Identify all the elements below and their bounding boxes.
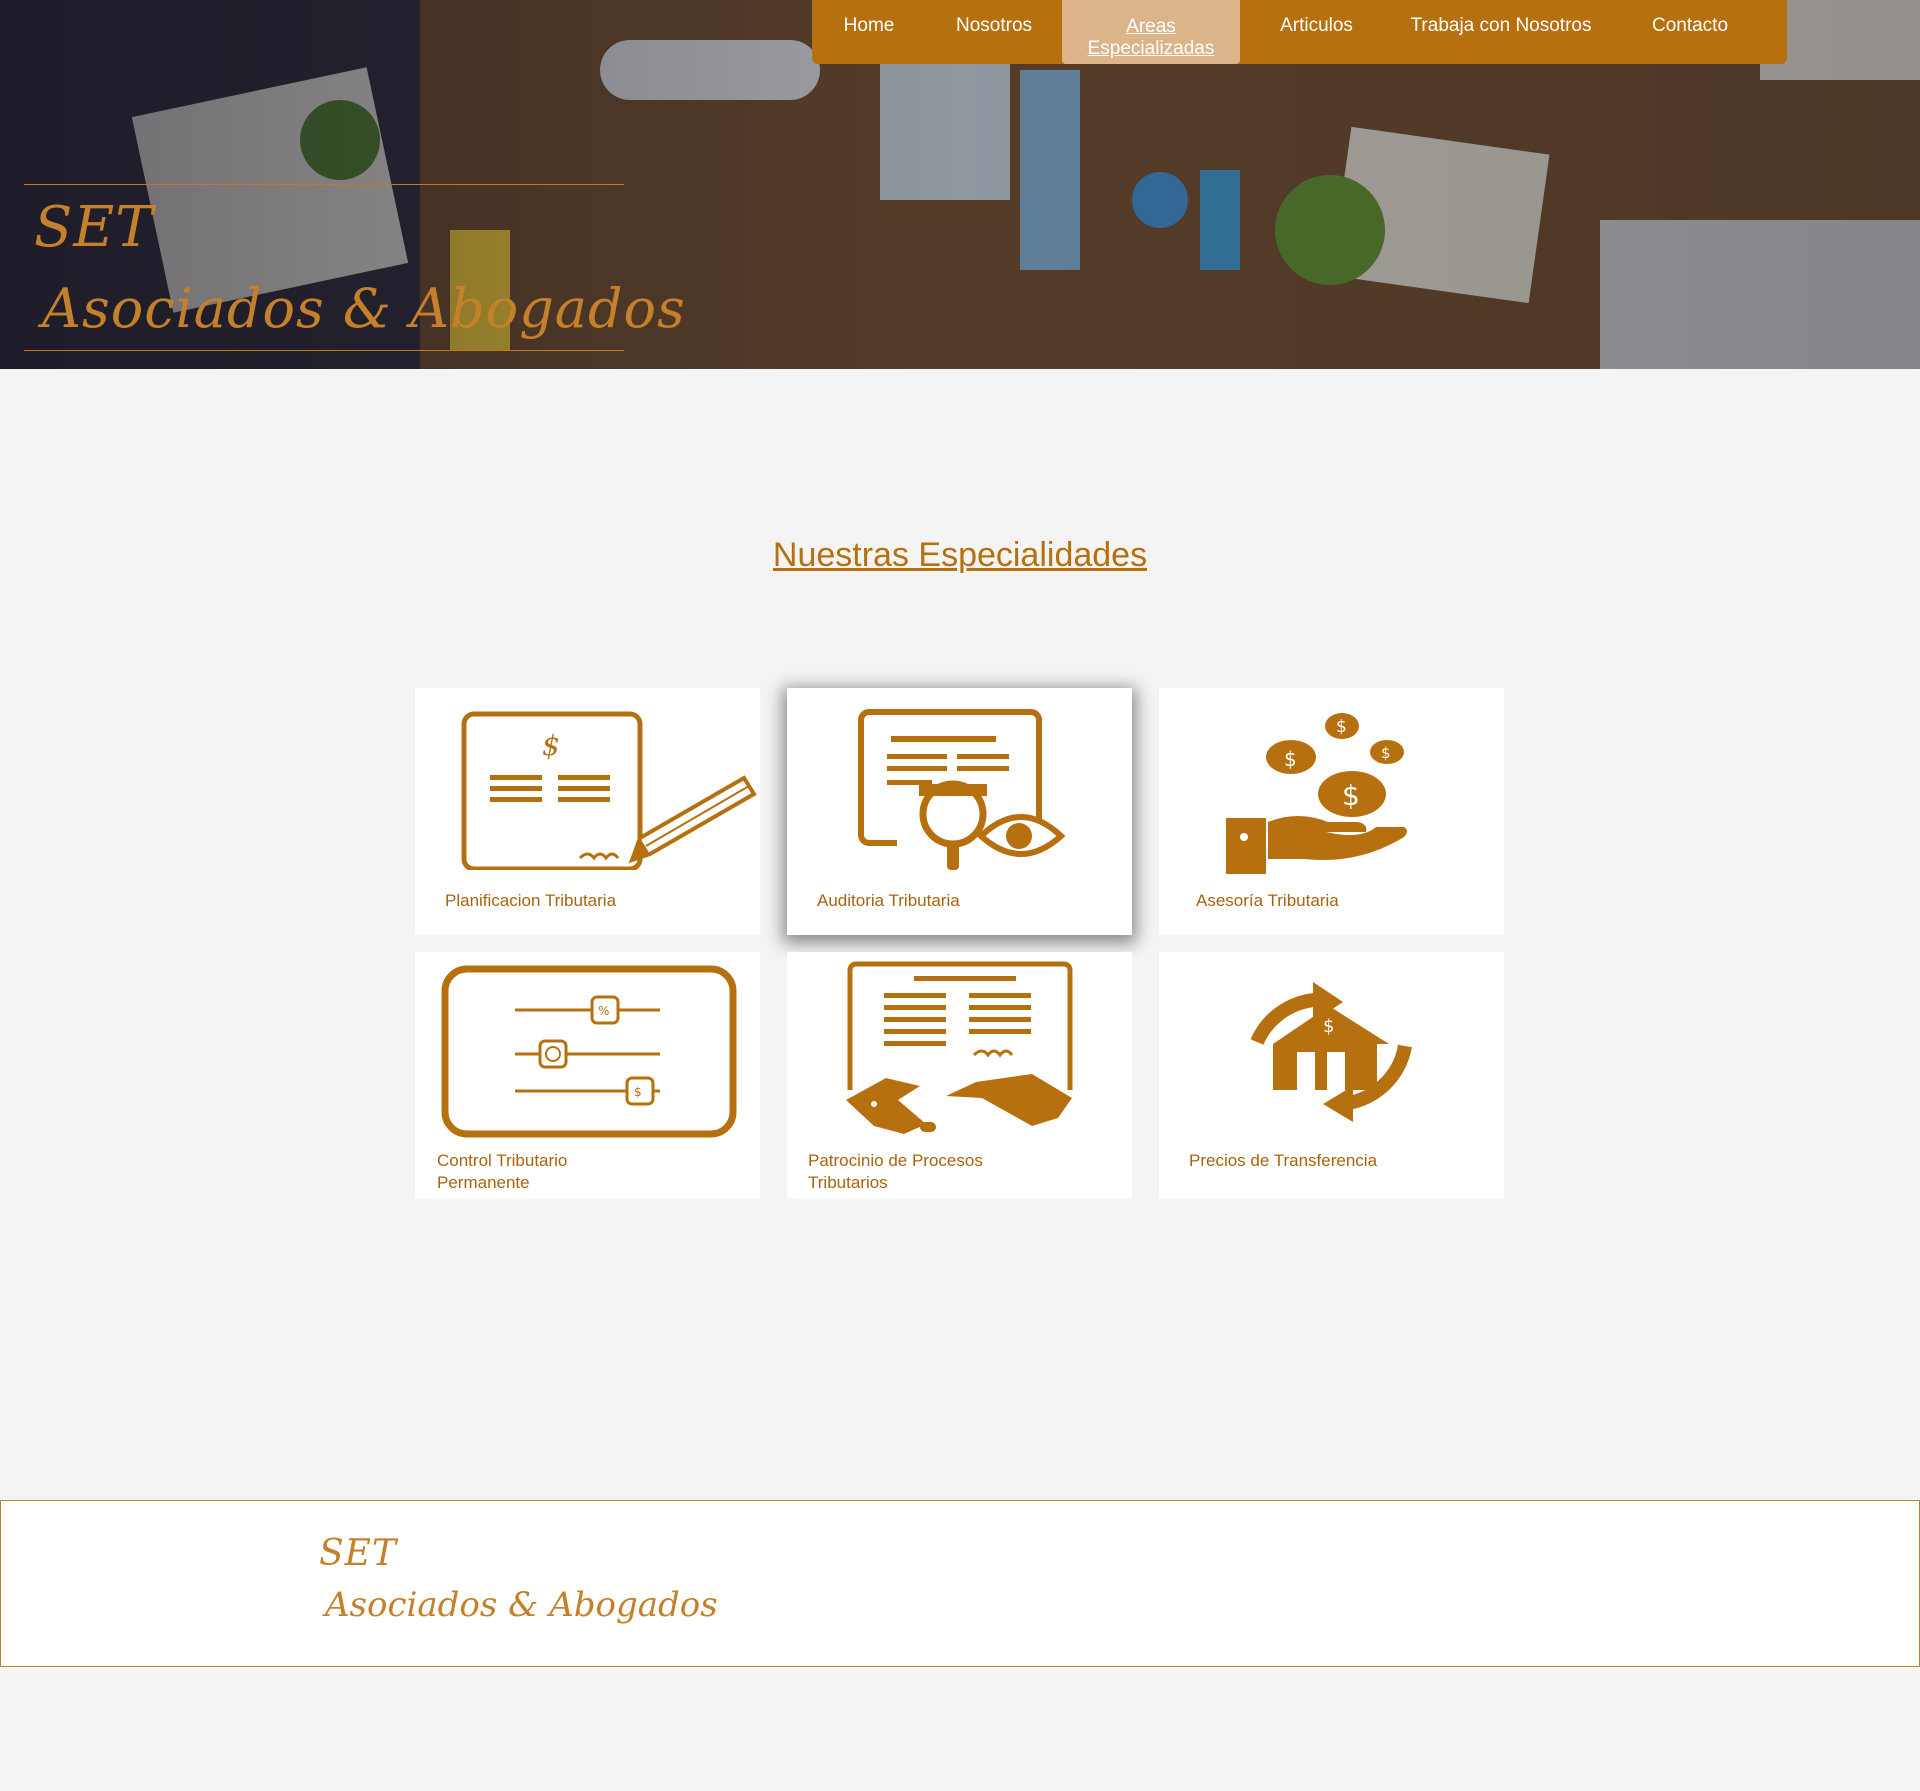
card-control-tributario-permanente[interactable]: % $ Control Tributario Permanente [415,952,760,1199]
card-label-line2: Tributarios [808,1173,888,1192]
svg-text:$: $ [542,729,560,762]
section-title: Nuestras Especialidades [772,536,1148,574]
card-label: Asesoría Tributaria [1196,891,1339,910]
handshake-document-icon: $ [846,961,1073,1134]
svg-text:$: $ [1381,744,1391,762]
main-navigation: Home Nosotros Areas Especializadas Artic… [812,0,1787,64]
hero-banner: Home Nosotros Areas Especializadas Artic… [0,0,1920,369]
footer: SET Asociados & Abogados [0,1500,1920,1667]
card-auditoria-tributaria[interactable]: Auditoria Tributaria [787,688,1132,935]
card-patrocinio-procesos-tributarios[interactable]: $ Patrocinio de Procesos Tributarios [787,952,1132,1199]
nav-contacto[interactable]: Contacto [1609,0,1771,64]
card-label: Precios de Transferencia [1189,1151,1378,1170]
card-asesoria-tributaria[interactable]: $ $ $ $ Asesoría Tributaria [1159,688,1504,935]
brand-tagline: Asociados & Abogados [42,277,686,340]
svg-text:$: $ [1284,747,1297,771]
house-transfer-icon: $ [1250,982,1412,1122]
svg-text:$: $ [1342,779,1360,812]
card-label: Control Tributario Permanente [437,1150,567,1194]
signed-document-icon: $ [461,711,757,870]
nav-areas-line2: Especializadas [1087,38,1215,59]
card-label-line1: Patrocinio de Procesos [808,1151,983,1170]
svg-text:$: $ [1323,1016,1334,1037]
card-label-line2: Permanente [437,1173,530,1192]
svg-text:%: % [598,1004,609,1018]
nav-areas-line1: Areas [1126,16,1176,37]
card-label-line1: Control Tributario [437,1151,568,1170]
card-label: Auditoria Tributaria [817,891,960,910]
footer-brand-name: SET [319,1533,397,1574]
svg-text:$: $ [1336,717,1347,737]
svg-text:$: $ [942,1096,951,1112]
card-label: Planificacion Tributaria [445,891,617,910]
svg-text:$: $ [634,1085,642,1099]
hand-coins-icon: $ $ $ $ [1226,713,1407,874]
sliders-panel-icon: % $ [441,965,737,1138]
card-label: Patrocinio de Procesos Tributarios [808,1150,983,1194]
brand-name: SET [34,195,154,260]
brand-logo[interactable]: SET Asociados & Abogados [24,184,685,351]
nav-nosotros[interactable]: Nosotros [926,0,1062,64]
nav-trabaja-con-nosotros[interactable]: Trabaja con Nosotros [1393,0,1609,64]
nav-articulos[interactable]: Articulos [1240,0,1393,64]
audit-magnifier-eye-icon [858,709,1066,870]
nav-areas-especializadas[interactable]: Areas Especializadas [1062,0,1240,64]
card-precios-de-transferencia[interactable]: $ Precios de Transferencia [1159,952,1504,1199]
footer-brand-tagline: Asociados & Abogados [325,1585,718,1625]
card-planificacion-tributaria[interactable]: $ Planificacion Tributaria [415,688,760,935]
nav-home[interactable]: Home [812,0,926,64]
